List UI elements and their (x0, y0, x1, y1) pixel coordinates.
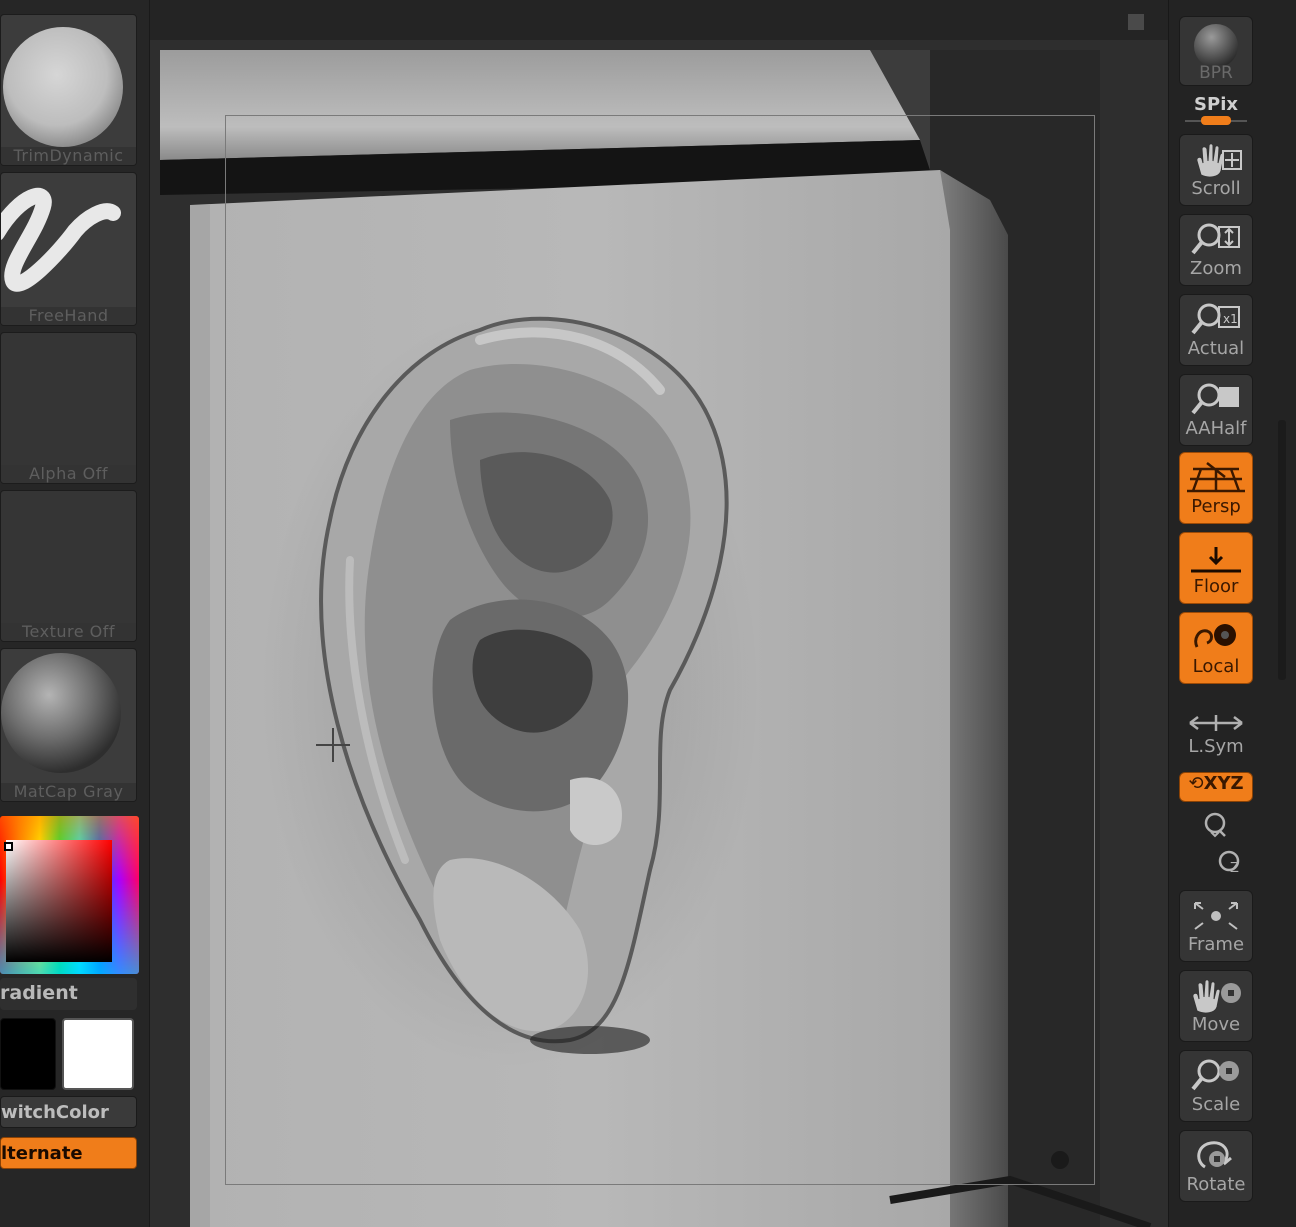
floor-icon (1191, 547, 1241, 573)
move-button[interactable]: Move (1179, 970, 1253, 1042)
brush-preview-icon (3, 27, 123, 147)
freehand-stroke-icon (1, 188, 121, 292)
rotate-button[interactable]: Rotate (1179, 1130, 1253, 1202)
rotate-icon (1197, 1141, 1232, 1169)
actual-label: Actual (1187, 338, 1245, 359)
lsym-label: L.Sym (1188, 736, 1244, 757)
alpha-label: Alpha Off (1, 465, 136, 483)
canvas-viewport[interactable] (150, 0, 1168, 1227)
document-frame (225, 115, 1095, 1185)
bpr-sphere-icon (1194, 24, 1238, 65)
magnifier-aahalf-icon (1191, 383, 1239, 415)
local-button[interactable]: Local (1179, 612, 1253, 684)
svg-text:x1: x1 (1223, 312, 1238, 326)
bpr-button[interactable]: BPR (1179, 16, 1253, 86)
xyz-button[interactable]: ⟲XYZ (1179, 772, 1253, 802)
texture-tile[interactable]: Texture Off (0, 490, 137, 642)
lsym-arrows-icon (1189, 715, 1243, 731)
spix-slider[interactable]: SPix (1179, 94, 1253, 128)
stroke-label: FreeHand (1, 307, 136, 325)
persp-button[interactable]: Persp (1179, 452, 1253, 524)
scroll-button[interactable]: Scroll (1179, 134, 1253, 206)
stroke-tile[interactable]: FreeHand (0, 172, 137, 326)
lsym-button[interactable]: L.Sym (1179, 712, 1253, 760)
magnifier-actual-icon: x1 (1191, 303, 1240, 335)
hand-icon (1196, 143, 1242, 178)
local-label: Local (1192, 656, 1240, 677)
perspective-grid-icon (1187, 462, 1245, 493)
rotate-z-button[interactable]: Z (1193, 846, 1267, 880)
brush-tile[interactable]: TrimDynamic (0, 14, 137, 166)
scale-label: Scale (1191, 1094, 1241, 1115)
magnifier-zoom-icon (1191, 223, 1240, 255)
material-label: MatCap Gray (1, 783, 136, 801)
zoom-button[interactable]: Zoom (1179, 214, 1253, 286)
frame-icon (1194, 902, 1238, 930)
floor-button[interactable]: Floor (1179, 532, 1253, 604)
color-cursor-marker[interactable] (4, 842, 13, 851)
switchcolor-label: witchColor (1, 1102, 109, 1123)
xyz-label: XYZ (1203, 773, 1244, 794)
switchcolor-button[interactable]: witchColor (0, 1096, 137, 1128)
aahalf-label: AAHalf (1185, 418, 1247, 439)
material-sphere-icon (1, 653, 121, 773)
saturation-value-square[interactable] (6, 840, 112, 962)
rotate-y-icon (1204, 812, 1226, 838)
actual-button[interactable]: x1 Actual (1179, 294, 1253, 366)
right-shelf-scrollbar[interactable] (1278, 420, 1286, 680)
persp-label: Persp (1191, 496, 1241, 517)
scroll-label: Scroll (1191, 178, 1241, 199)
gradient-label: radient (0, 982, 78, 1004)
bpr-label: BPR (1199, 63, 1233, 83)
left-palette: TrimDynamic FreeHand Alpha Off Texture O… (0, 0, 150, 1227)
alternate-button[interactable]: lternate (0, 1137, 137, 1169)
scale-button[interactable]: Scale (1179, 1050, 1253, 1122)
frame-button[interactable]: Frame (1179, 890, 1253, 962)
rotate-z-icon: Z (1218, 850, 1240, 876)
gradient-tile[interactable]: radient (0, 978, 137, 1010)
main-color-swatch[interactable] (0, 1018, 56, 1090)
spix-label: SPix (1194, 94, 1238, 115)
brush-label: TrimDynamic (1, 147, 136, 165)
right-shelf: BPR SPix Scroll Zoom x1 Actual AAHalf Pe… (1168, 0, 1296, 1227)
color-picker[interactable] (0, 816, 139, 974)
scale-icon (1191, 1059, 1239, 1091)
spix-slider-thumb[interactable] (1201, 116, 1231, 125)
material-tile[interactable]: MatCap Gray (0, 648, 137, 802)
svg-text:Z: Z (1230, 861, 1239, 876)
hand-move-icon (1192, 979, 1241, 1014)
secondary-color-swatch[interactable] (62, 1018, 134, 1090)
floor-label: Floor (1193, 576, 1239, 597)
rotate-label: Rotate (1186, 1174, 1246, 1195)
alternate-label: lternate (1, 1143, 83, 1164)
alpha-tile[interactable]: Alpha Off (0, 332, 137, 484)
move-label: Move (1191, 1014, 1241, 1035)
texture-label: Texture Off (1, 623, 136, 641)
xyz-rotate-icon: ⟲ (1188, 773, 1204, 794)
rotate-y-button[interactable] (1179, 808, 1253, 840)
aahalf-button[interactable]: AAHalf (1179, 374, 1253, 446)
zoom-label: Zoom (1190, 258, 1242, 279)
local-symmetry-icon (1194, 624, 1236, 648)
frame-label: Frame (1187, 934, 1245, 955)
